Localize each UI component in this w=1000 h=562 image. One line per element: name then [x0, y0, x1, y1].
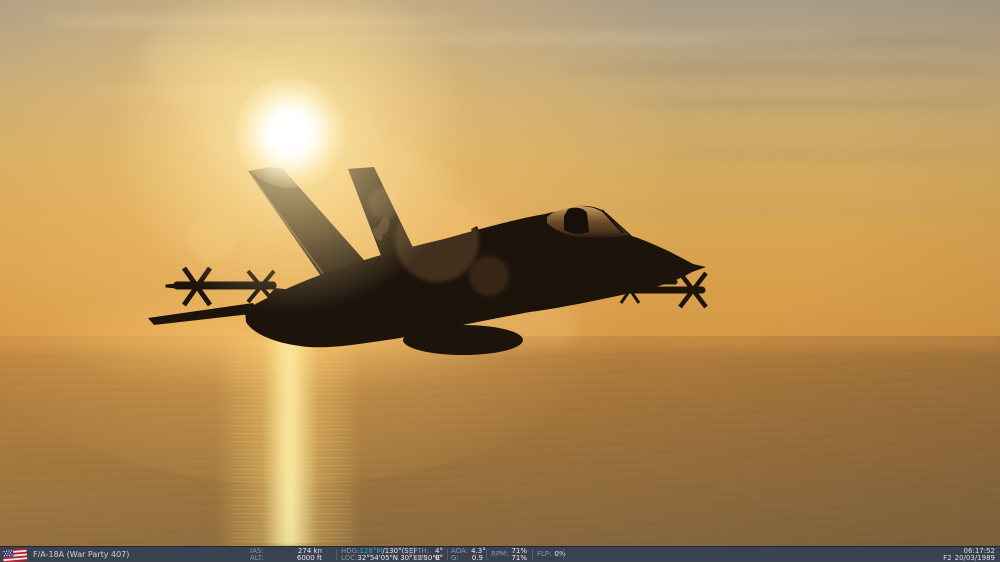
divider — [447, 549, 448, 560]
divider — [336, 549, 337, 560]
bnk-label: BNK: — [413, 554, 430, 562]
divider — [486, 549, 487, 560]
us-flag-icon — [2, 547, 28, 562]
divider — [532, 549, 533, 560]
view-indicator: F2 — [943, 554, 952, 562]
divider — [409, 549, 410, 560]
alt-label: ALT: — [250, 554, 264, 562]
player-aircraft-label: F/A-18A (War Party 407) — [33, 550, 130, 560]
divider — [563, 549, 564, 560]
g-label: G: — [451, 554, 459, 562]
aoa-g-block: AOA: 4.3° G: 0.9 — [451, 547, 486, 562]
player-info: F/A-18A (War Party 407) — [2, 547, 130, 562]
rpm-block: RPM: 71% 71% — [490, 547, 528, 562]
rpm-label: RPM: — [490, 550, 509, 559]
loc-label: LOC: — [341, 554, 358, 562]
mission-date: 20/03/1989 — [954, 554, 995, 562]
speed-altitude-block: IAS: 274 kn ALT: 6000 ft — [250, 547, 322, 562]
flp-label: FLP: — [537, 550, 552, 559]
g-value: 0.9 — [471, 554, 483, 562]
flaps-block: FLP: 0% — [537, 548, 566, 562]
pitch-bank-block: PTH: 4° BNK: 0° — [413, 547, 443, 562]
rpm-right-value: 71% — [511, 554, 528, 562]
vignette — [0, 0, 1000, 562]
bnk-value: 0° — [435, 554, 443, 562]
clock-block: 06:17:52 F2 20/03/1989 — [940, 547, 995, 562]
alt-value: 6000 ft — [296, 554, 322, 562]
status-bar: F/A-18A (War Party 407) IAS: 274 kn ALT: 6… — [0, 546, 1000, 562]
dcs-external-view: F/A-18A (War Party 407) IAS: 274 kn ALT: 6… — [0, 0, 1000, 562]
